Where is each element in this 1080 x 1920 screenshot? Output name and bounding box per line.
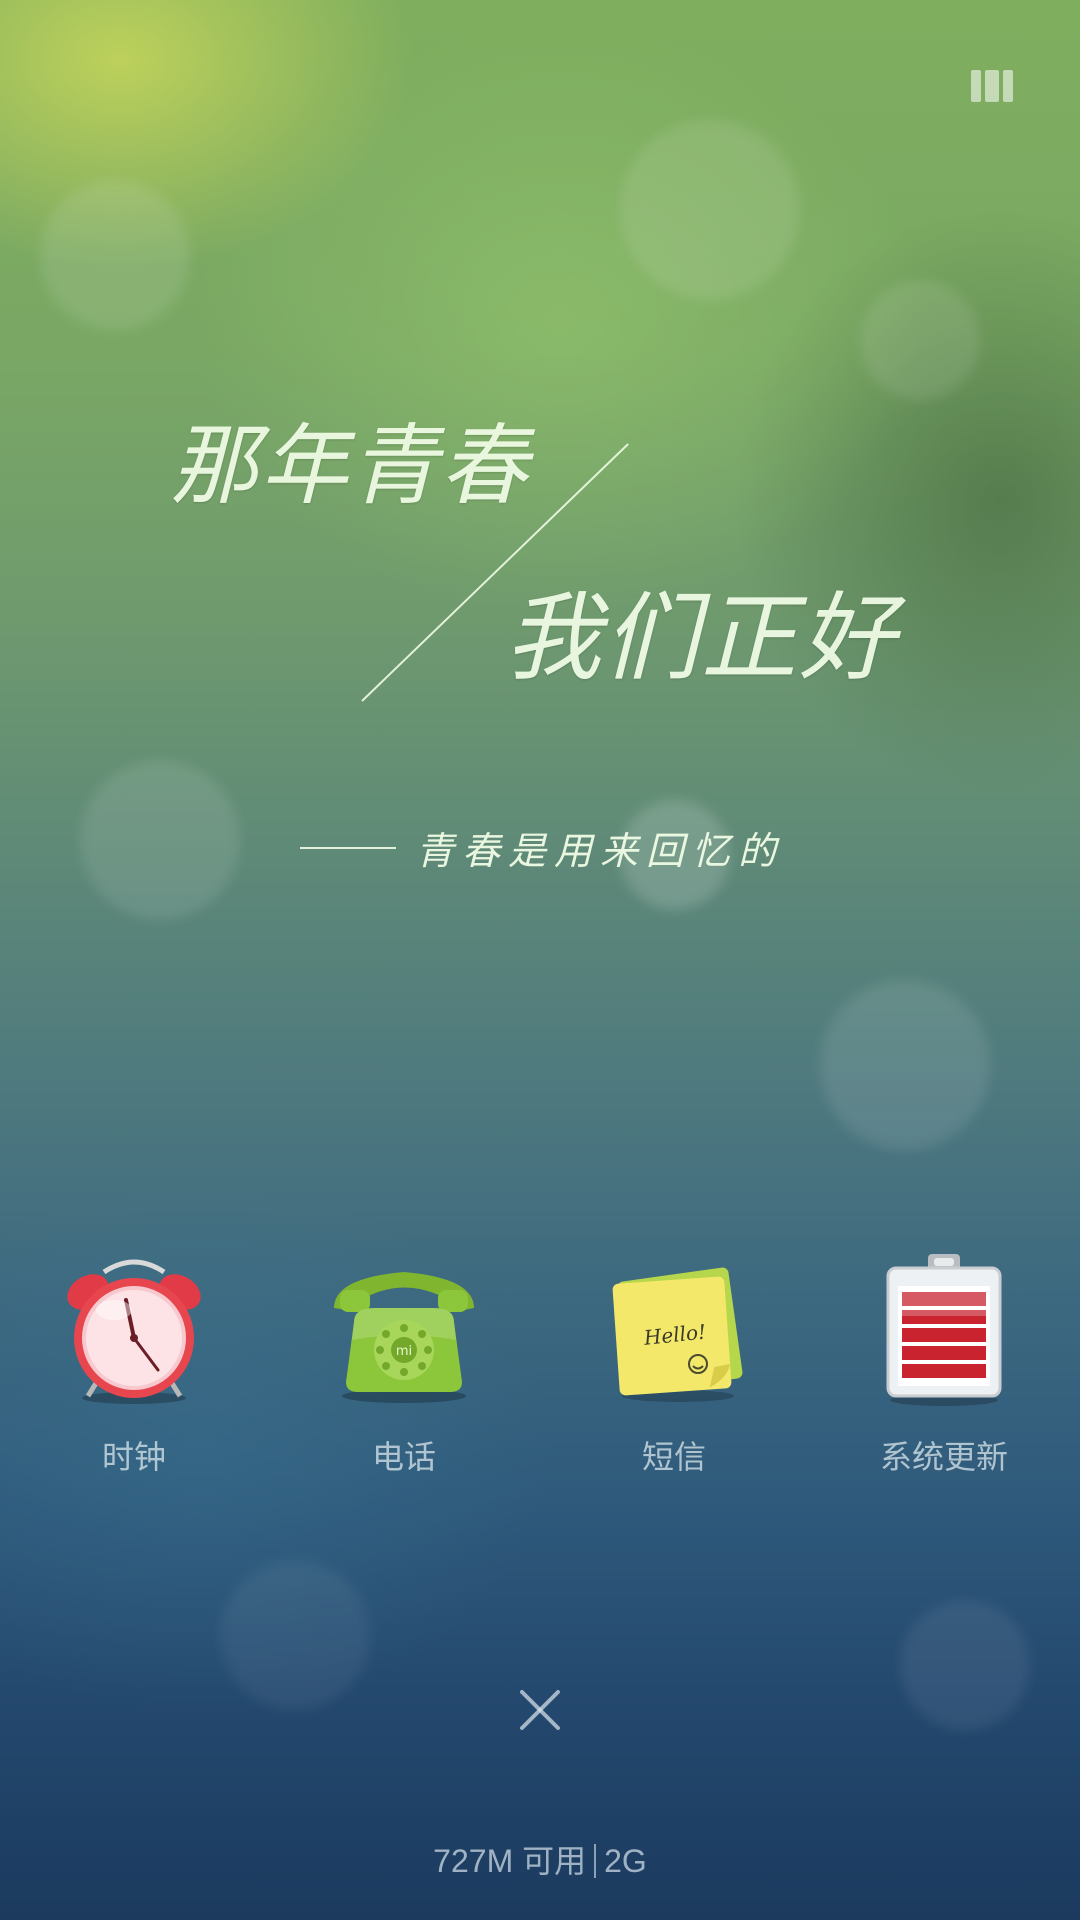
recent-apps-icon[interactable] [971, 70, 1013, 102]
recent-apps-screen: 那年青春 我们正好 青春是用来回忆的 时钟 mi 电话 Hello! 短信 系统… [0, 0, 1080, 1920]
bokeh-light [860, 280, 980, 400]
memory-total: 2G [604, 1843, 647, 1879]
app-sms[interactable]: Hello! 短信 [564, 1250, 784, 1478]
memory-available: 727M 可用 [433, 1843, 587, 1879]
bokeh-light [820, 980, 990, 1150]
app-label: 短信 [641, 1438, 706, 1476]
app-label: 时钟 [101, 1438, 166, 1476]
phone-logo-text: mi [396, 1344, 412, 1359]
alarm-clock-icon [54, 1250, 214, 1410]
close-all-button[interactable] [510, 1680, 570, 1740]
sticky-note-icon: Hello! [594, 1250, 754, 1410]
close-icon [520, 1690, 560, 1730]
telephone-icon: mi [324, 1250, 484, 1410]
memory-separator [594, 1844, 597, 1878]
app-label: 系统更新 [879, 1438, 1008, 1476]
bokeh-light [900, 1600, 1030, 1730]
memory-status: 727M 可用 2G [0, 1836, 1080, 1882]
wallpaper-headline-line1: 那年青春 [170, 414, 531, 517]
app-clock[interactable]: 时钟 [24, 1250, 244, 1478]
bokeh-light [80, 760, 240, 920]
app-system-update[interactable]: 系统更新 [834, 1250, 1054, 1478]
wallpaper-headline-line2: 我们正好 [505, 582, 897, 694]
wallpaper-subline: 青春是用来回忆的 [300, 820, 784, 875]
bokeh-light [620, 120, 800, 300]
bokeh-light [220, 1560, 370, 1710]
bokeh-light [40, 180, 190, 330]
app-label: 电话 [371, 1438, 436, 1476]
subline-dash [300, 846, 396, 849]
subline-text: 青春是用来回忆的 [416, 829, 785, 873]
battery-update-icon [864, 1250, 1024, 1410]
app-phone[interactable]: mi 电话 [294, 1250, 514, 1478]
recent-apps-row: 时钟 mi 电话 Hello! 短信 系统更新 [0, 1250, 1080, 1480]
